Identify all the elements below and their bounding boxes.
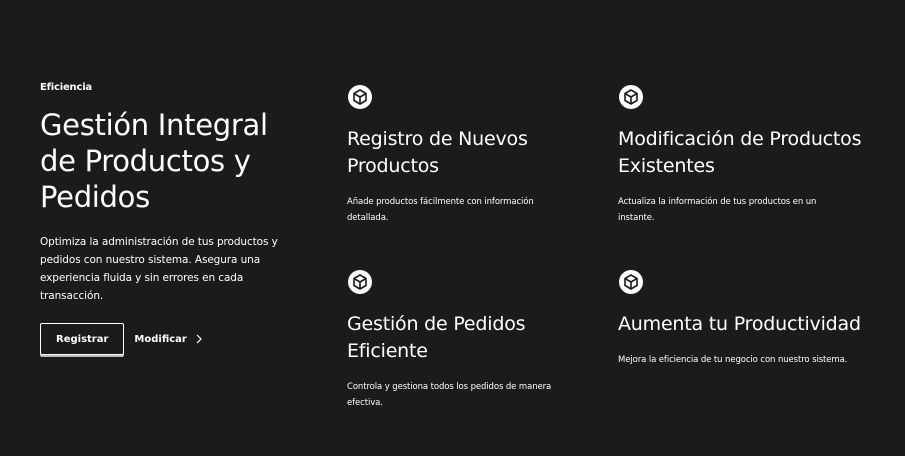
hero-description: Optimiza la administración de tus produc… — [40, 236, 278, 302]
feature-title: Registro de Nuevos Productos — [347, 128, 528, 177]
modify-link[interactable]: Modificar — [134, 334, 202, 345]
chevron-right-icon — [196, 334, 202, 344]
feature-description: Añade productos fácilmente con informaci… — [347, 197, 534, 223]
cube-icon — [348, 85, 372, 109]
hero-title: Gestión Integral de Productos y Pedidos — [40, 108, 268, 214]
feature-card: Aumenta tu Productividad Mejora la efici… — [618, 269, 878, 368]
hero-actions: Registrar Modificar — [40, 323, 310, 355]
hero-eyebrow: Eficiencia — [40, 82, 92, 93]
feature-description: Mejora la eficiencia de tu negocio con n… — [618, 355, 848, 365]
cube-icon — [619, 85, 643, 109]
feature-card: Registro de Nuevos Productos Añade produ… — [347, 84, 592, 226]
feature-description: Actualiza la información de tus producto… — [618, 197, 817, 223]
cube-icon — [348, 270, 372, 294]
register-button[interactable]: Registrar — [40, 323, 125, 355]
feature-card: Gestión de Pedidos Eficiente Controla y … — [347, 269, 592, 411]
feature-title: Gestión de Pedidos Eficiente — [347, 313, 526, 362]
modify-link-label: Modificar — [134, 333, 187, 345]
hero-section: Eficiencia Gestión Integral de Productos… — [40, 81, 310, 355]
feature-title: Modificación de Productos Existentes — [618, 128, 862, 177]
cube-icon — [619, 270, 643, 294]
feature-title: Aumenta tu Productividad — [618, 313, 861, 335]
feature-description: Controla y gestiona todos los pedidos de… — [347, 382, 552, 408]
page: Eficiencia Gestión Integral de Productos… — [0, 0, 905, 456]
feature-card: Modificación de Productos Existentes Act… — [618, 84, 878, 226]
